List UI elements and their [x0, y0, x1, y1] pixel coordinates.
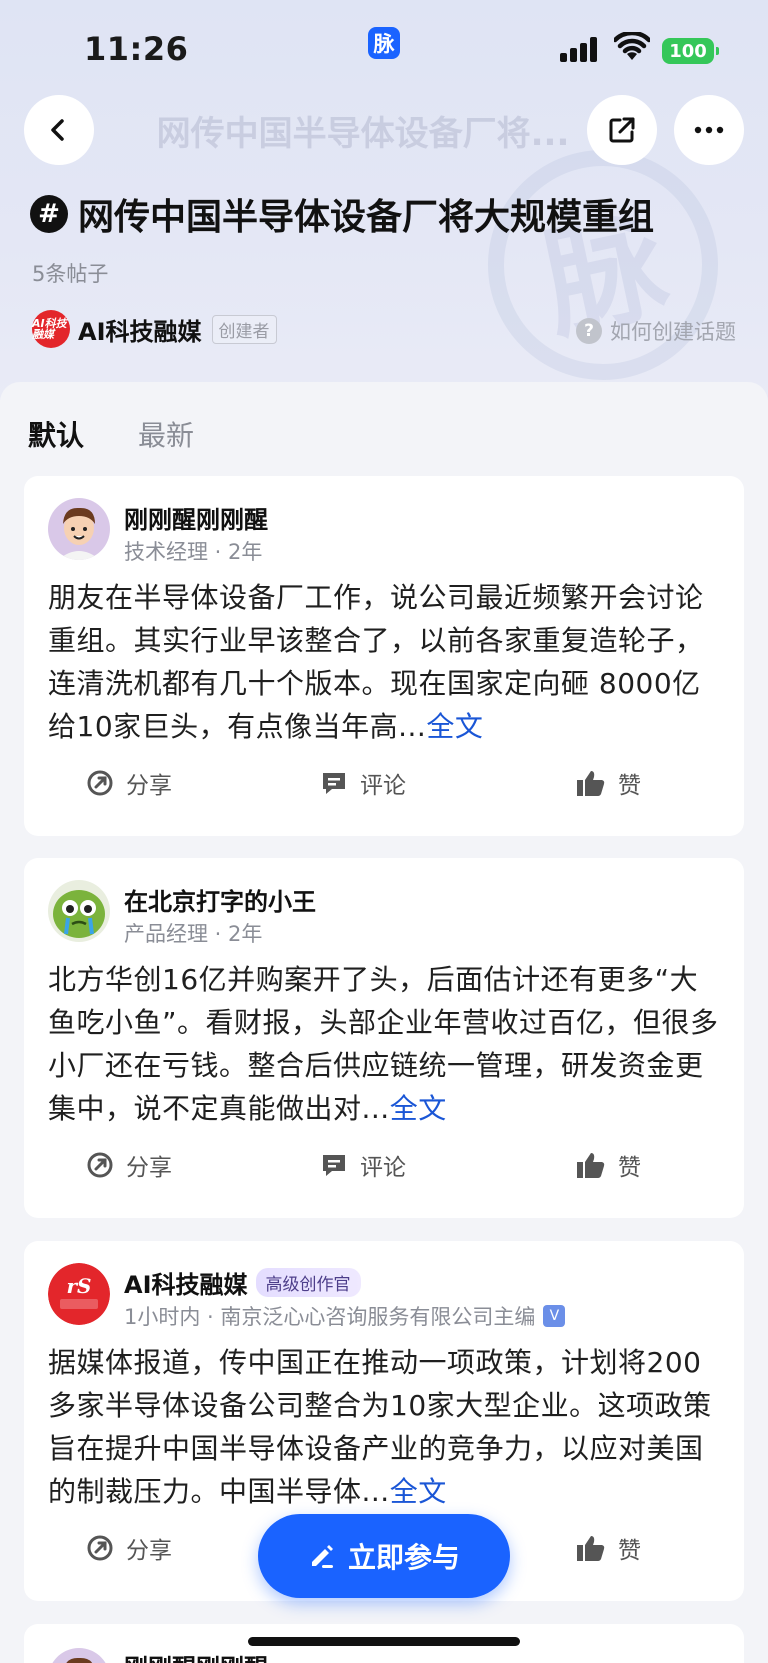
- author-meta: 1小时内 · 南京泛心心咨询服务有限公司主编 V: [124, 1301, 566, 1331]
- like-action[interactable]: 赞: [576, 1148, 641, 1182]
- back-button[interactable]: [24, 95, 94, 165]
- post-text: 北方华创16亿并购案开了头，后面估计还有更多“大鱼吃小鱼”。看财报，头部企业年营…: [48, 963, 719, 1125]
- post-content[interactable]: 据媒体报道，传中国正在推动一项政策，计划将200多家半导体设备公司整合为10家大…: [48, 1341, 724, 1513]
- external-share-icon: [609, 117, 635, 143]
- post-content[interactable]: 朋友在半导体设备厂工作，说公司最近频繁开会讨论重组。其实行业早该整合了，以前各家…: [48, 576, 724, 748]
- verified-icon: V: [543, 1305, 566, 1327]
- creator-row[interactable]: AI科技融媒 AI科技融媒 创建者: [32, 310, 277, 348]
- status-time: 11:26: [84, 30, 189, 68]
- comment-label: 评论: [360, 773, 406, 799]
- topic-header: 脉 11:26 脉 100 网传中国半导体设备厂将... # 网传中国半导体设备…: [0, 0, 768, 400]
- like-label: 赞: [618, 1155, 641, 1181]
- participate-label: 立即参与: [347, 1541, 460, 1574]
- comment-action[interactable]: 评论: [320, 766, 406, 800]
- share-icon: [87, 1535, 113, 1561]
- home-indicator[interactable]: [248, 1637, 520, 1646]
- full-text-link[interactable]: 全文: [390, 1092, 447, 1125]
- share-action[interactable]: 分享: [86, 1148, 172, 1182]
- post-count: 5条帖子: [32, 262, 109, 286]
- wifi-icon: [614, 32, 650, 60]
- author-meta: 产品经理 · 2年: [124, 922, 263, 946]
- comment-icon: [323, 773, 345, 794]
- avatar[interactable]: [48, 1648, 110, 1663]
- thumbs-up-icon: [577, 771, 605, 796]
- watermark-logo: 脉: [466, 128, 740, 400]
- post-card[interactable]: 在北京打字的小王 产品经理 · 2年 北方华创16亿并购案开了头，后面估计还有更…: [24, 858, 744, 1218]
- topic-title-text: 网传中国半导体设备厂将大规模重组: [78, 197, 655, 238]
- creator-tag: 创建者: [211, 314, 277, 344]
- chevron-left-icon: [51, 119, 64, 141]
- status-bar: 11:26 脉 100: [0, 0, 768, 96]
- share-label: 分享: [126, 1155, 172, 1181]
- creator-level-badge: 高级创作官: [255, 1268, 361, 1297]
- cellular-signal-icon: [560, 36, 600, 62]
- post-actions: 分享 评论 赞: [24, 766, 744, 806]
- more-button[interactable]: [674, 95, 744, 165]
- nav-title: 网传中国半导体设备厂将...: [156, 114, 570, 154]
- sort-tabs: 默认 最新: [28, 414, 248, 454]
- more-dots-icon: [694, 126, 724, 134]
- share-icon: [87, 770, 113, 796]
- topic-title: # 网传中国半导体设备厂将大规模重组: [30, 188, 654, 240]
- post-actions: 分享 评论 赞: [24, 1148, 744, 1188]
- user-avatar-icon: [48, 1648, 110, 1663]
- share-action[interactable]: 分享: [86, 1531, 172, 1565]
- post-card[interactable]: 刚刚醒刚刚醒 技术经理 · 2年 朋友在半导体设备厂工作，说公司最近频繁开会讨论…: [24, 476, 744, 836]
- comment-action[interactable]: 评论: [320, 1148, 406, 1182]
- full-text-link[interactable]: 全文: [390, 1475, 447, 1508]
- share-icon: [87, 1152, 113, 1178]
- author-meta: 技术经理 · 2年: [124, 540, 263, 564]
- author-name[interactable]: 刚刚醒刚刚醒: [124, 1648, 268, 1663]
- author-name[interactable]: 刚刚醒刚刚醒: [124, 500, 268, 535]
- author-name[interactable]: 在北京打字的小王: [124, 882, 316, 917]
- author-name-text: AI科技融媒: [124, 1271, 248, 1299]
- creator-logo: AI科技融媒: [32, 310, 70, 348]
- post-content[interactable]: 北方华创16亿并购案开了头，后面估计还有更多“大鱼吃小鱼”。看财报，头部企业年营…: [48, 958, 724, 1130]
- share-button[interactable]: [587, 95, 657, 165]
- thumbs-up-icon: [577, 1153, 605, 1178]
- post-text: 据媒体报道，传中国正在推动一项政策，计划将200多家半导体设备公司整合为10家大…: [48, 1346, 712, 1508]
- svg-text:rS: rS: [67, 1274, 92, 1298]
- how-to-label: 如何创建话题: [610, 320, 736, 344]
- user-avatar-icon: [48, 498, 110, 560]
- participate-button[interactable]: 立即参与: [258, 1514, 510, 1598]
- full-text-link[interactable]: 全文: [426, 710, 483, 743]
- like-action[interactable]: 赞: [576, 1531, 641, 1565]
- pencil-icon: [311, 1545, 333, 1568]
- share-label: 分享: [126, 773, 172, 799]
- avatar[interactable]: [48, 498, 110, 560]
- avatar[interactable]: rS: [48, 1263, 110, 1325]
- hashtag-icon: #: [30, 195, 68, 233]
- comment-label: 评论: [360, 1155, 406, 1181]
- media-logo-icon: rS: [48, 1263, 110, 1325]
- user-avatar-icon: [48, 880, 110, 942]
- like-action[interactable]: 赞: [576, 766, 641, 800]
- like-label: 赞: [618, 1538, 641, 1564]
- share-label: 分享: [126, 1538, 172, 1564]
- thumbs-up-icon: [577, 1536, 605, 1561]
- author-name[interactable]: AI科技融媒 高级创作官: [124, 1265, 361, 1300]
- battery-icon: 100: [662, 38, 719, 64]
- question-icon: ?: [576, 318, 602, 344]
- avatar[interactable]: [48, 880, 110, 942]
- share-action[interactable]: 分享: [86, 766, 172, 800]
- tab-latest[interactable]: 最新: [138, 414, 194, 454]
- comment-icon: [323, 1155, 345, 1176]
- tab-default[interactable]: 默认: [28, 414, 84, 454]
- post-text: 朋友在半导体设备厂工作，说公司最近频繁开会讨论重组。其实行业早该整合了，以前各家…: [48, 581, 704, 743]
- how-to-create-topic-link[interactable]: ? 如何创建话题: [576, 316, 736, 346]
- creator-name: AI科技融媒: [78, 317, 202, 346]
- like-label: 赞: [618, 773, 641, 799]
- app-badge-icon: 脉: [368, 27, 400, 59]
- author-meta-text: 1小时内 · 南京泛心心咨询服务有限公司主编: [124, 1305, 536, 1329]
